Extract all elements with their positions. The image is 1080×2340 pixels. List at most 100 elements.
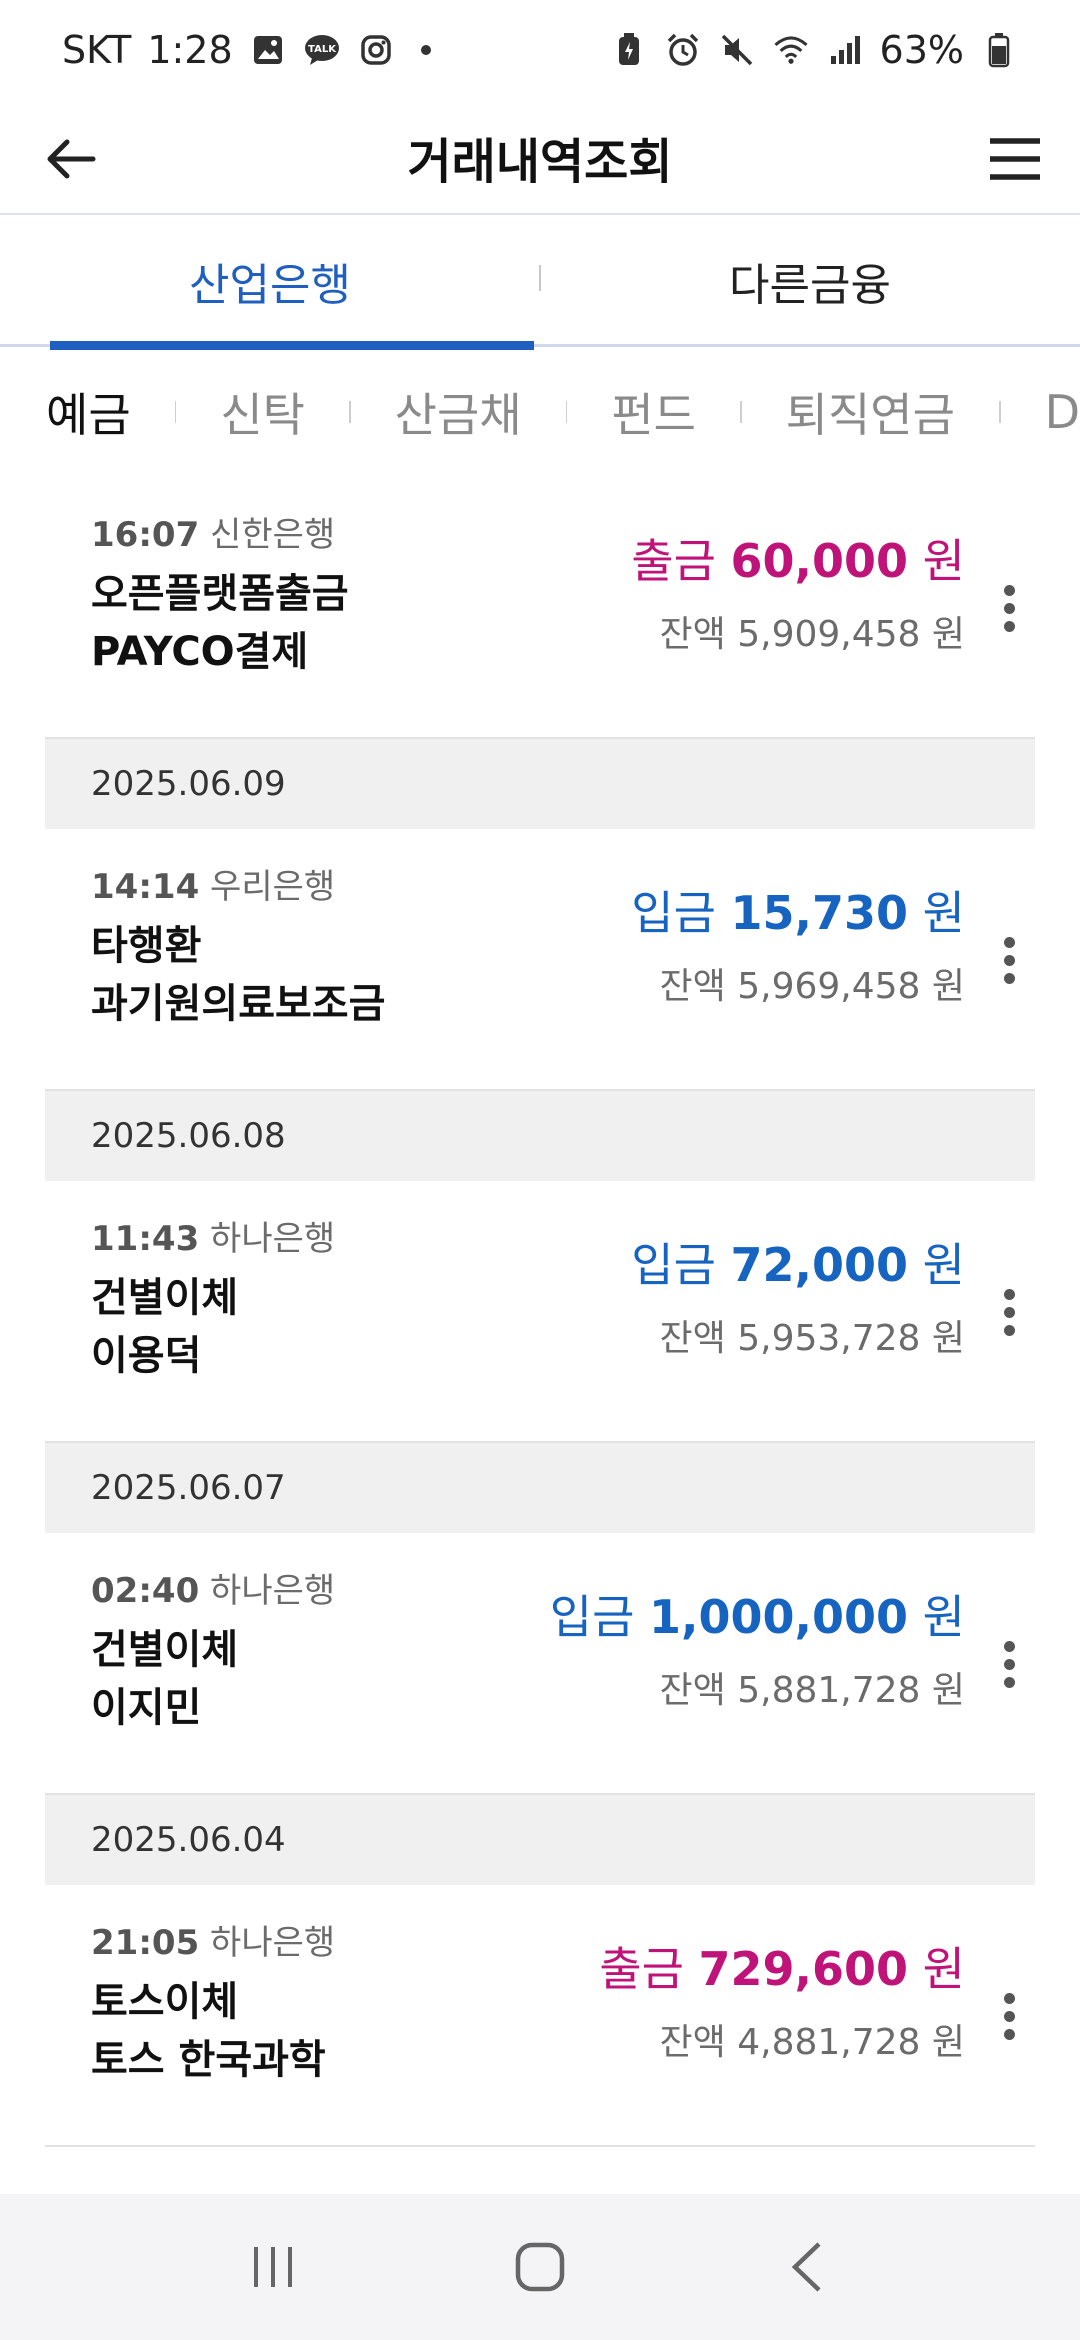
battery-saver-icon — [610, 31, 648, 69]
screen: SKT 1:28 TALK 63% 거래내역조회 산업은행 다른금융 예금 신탁… — [0, 0, 1080, 2340]
transaction-row[interactable]: 02:40 하나은행 건별이체 이지민 입금 1,000,000 원 잔액 5,8… — [45, 1533, 1035, 1795]
date-header: 2025.06.07 — [45, 1443, 1035, 1533]
system-nav-bar — [0, 2194, 1080, 2340]
transaction-row[interactable]: 16:07 신한은행 오픈플랫폼출금 PAYCO결제 출금 60,000 원 잔액… — [45, 477, 1035, 739]
transaction-amount: 입금 1,000,000 원 — [550, 1581, 965, 1647]
balance-label: 잔액 — [659, 1318, 726, 1359]
transaction-balance: 잔액 5,909,458 원 — [660, 605, 965, 657]
page-title: 거래내역조회 — [407, 133, 673, 190]
transaction-row[interactable]: 14:14 우리은행 타행환 과기원의료보조금 입금 15,730 원 잔액 5,… — [45, 829, 1035, 1091]
bank-label: 우리은행 — [210, 867, 336, 907]
transaction-type: 출금 — [599, 1942, 684, 1996]
carrier-label: SKT — [62, 28, 132, 72]
description-line1: 타행환 — [91, 923, 202, 969]
menu-button[interactable] — [980, 124, 1050, 194]
recent-apps-icon — [254, 2247, 293, 2287]
divider — [998, 401, 1001, 423]
bank-label: 하나은행 — [210, 1923, 336, 1963]
tab-fund[interactable]: 펀드 — [611, 379, 696, 445]
description-line1: 건별이체 — [91, 1275, 239, 1321]
app-header: 거래내역조회 — [0, 100, 1080, 215]
bank-label: 신한은행 — [210, 515, 336, 555]
description-line1: 오픈플랫폼출금 — [91, 571, 349, 617]
status-left: SKT 1:28 TALK — [62, 28, 431, 72]
back-button[interactable] — [36, 124, 106, 194]
balance-value: 5,909,458 원 — [737, 614, 965, 655]
system-back-button[interactable] — [757, 2217, 857, 2317]
gallery-icon — [249, 31, 287, 69]
tab-trust[interactable]: 신탁 — [220, 379, 305, 445]
transaction-balance: 잔액 5,881,728 원 — [660, 1661, 965, 1713]
transaction-list: 16:07 신한은행 오픈플랫폼출금 PAYCO결제 출금 60,000 원 잔액… — [0, 477, 1080, 2194]
tab-retirement-pension[interactable]: 퇴직연금 — [786, 379, 955, 445]
transaction-row[interactable]: 11:43 하나은행 건별이체 이용덕 입금 72,000 원 잔액 5,953,… — [45, 1181, 1035, 1443]
tab-industrial-bond[interactable]: 산금채 — [395, 379, 522, 445]
balance-label: 잔액 — [659, 1670, 726, 1711]
transaction-balance: 잔액 4,881,728 원 — [660, 2013, 965, 2065]
amount-value: 15,730 — [730, 886, 909, 940]
transaction-time: 02:40 하나은행 — [91, 1563, 335, 1612]
balance-value: 5,953,728 원 — [737, 1318, 965, 1359]
instagram-icon — [357, 31, 395, 69]
time-label: 21:05 — [91, 1923, 200, 1963]
more-options-icon[interactable] — [989, 1277, 1029, 1347]
time-label: 02:40 — [91, 1571, 200, 1611]
tab-other-finance[interactable]: 다른금융 — [540, 215, 1080, 347]
transaction-description: 타행환 과기원의료보조금 — [91, 917, 385, 1033]
status-right: 63% — [610, 28, 1018, 72]
transaction-description: 건별이체 이지민 — [91, 1621, 238, 1737]
balance-value: 5,881,728 원 — [737, 1670, 965, 1711]
transaction-type: 출금 — [631, 534, 716, 588]
description-line1: 건별이체 — [91, 1627, 239, 1673]
amount-value: 1,000,000 — [649, 1590, 909, 1644]
balance-label: 잔액 — [659, 2022, 726, 2063]
clock-label: 1:28 — [147, 28, 233, 72]
transaction-amount: 출금 60,000 원 — [631, 525, 965, 591]
notification-dot-icon — [420, 45, 431, 55]
divider — [174, 401, 177, 423]
transaction-time: 11:43 하나은행 — [91, 1211, 335, 1260]
tab-deposit[interactable]: 예금 — [46, 379, 131, 445]
battery-percent-label: 63% — [879, 28, 964, 72]
transaction-type: 입금 — [631, 1238, 716, 1292]
transaction-description: 건별이체이용덕 — [91, 1269, 238, 1385]
amount-unit: 원 — [922, 886, 965, 940]
balance-label: 잔액 — [659, 966, 726, 1007]
divider — [565, 401, 568, 423]
alarm-icon — [664, 31, 702, 69]
transaction-description: 오픈플랫폼출금 PAYCO결제 — [91, 565, 349, 681]
transaction-type: 입금 — [631, 886, 716, 940]
balance-label: 잔액 — [659, 614, 726, 655]
date-header: 2025.06.08 — [45, 1091, 1035, 1181]
transaction-description: 토스이체 토스 한국과학 — [91, 1973, 326, 2089]
chevron-left-icon — [791, 2242, 821, 2292]
transaction-time: 16:07 신한은행 — [91, 507, 335, 556]
amount-unit: 원 — [922, 1590, 965, 1644]
wifi-icon — [772, 31, 810, 69]
divider — [348, 401, 351, 423]
product-tabs: 예금 신탁 산금채 펀드 퇴직연금 D — [0, 347, 1080, 477]
transaction-balance: 잔액 5,953,728 원 — [660, 1309, 965, 1361]
mute-icon — [718, 31, 756, 69]
tab-kdb[interactable]: 산업은행 — [0, 215, 540, 350]
balance-value: 5,969,458 원 — [737, 966, 965, 1007]
more-options-icon[interactable] — [989, 925, 1029, 995]
amount-value: 72,000 — [730, 1238, 909, 1292]
more-options-icon[interactable] — [989, 573, 1029, 643]
more-options-icon[interactable] — [989, 1981, 1029, 2051]
kakaotalk-icon: TALK — [303, 31, 341, 69]
divider — [739, 401, 742, 423]
tab-divider — [539, 265, 541, 291]
amount-value: 729,600 — [698, 1942, 909, 1996]
tab-more[interactable]: D — [1045, 385, 1080, 439]
transaction-row[interactable]: 21:05 하나은행 토스이체 토스 한국과학 출금 729,600 원 잔액 4… — [45, 1885, 1035, 2147]
status-bar: SKT 1:28 TALK 63% — [0, 0, 1080, 100]
recent-apps-button[interactable] — [223, 2217, 323, 2317]
amount-value: 60,000 — [730, 534, 909, 588]
transaction-balance: 잔액 5,969,458 원 — [660, 957, 965, 1009]
amount-unit: 원 — [922, 534, 965, 588]
home-button[interactable] — [490, 2217, 590, 2317]
description-line2: 이용덕 — [91, 1333, 202, 1379]
more-options-icon[interactable] — [989, 1629, 1029, 1699]
svg-text:TALK: TALK — [308, 44, 337, 55]
